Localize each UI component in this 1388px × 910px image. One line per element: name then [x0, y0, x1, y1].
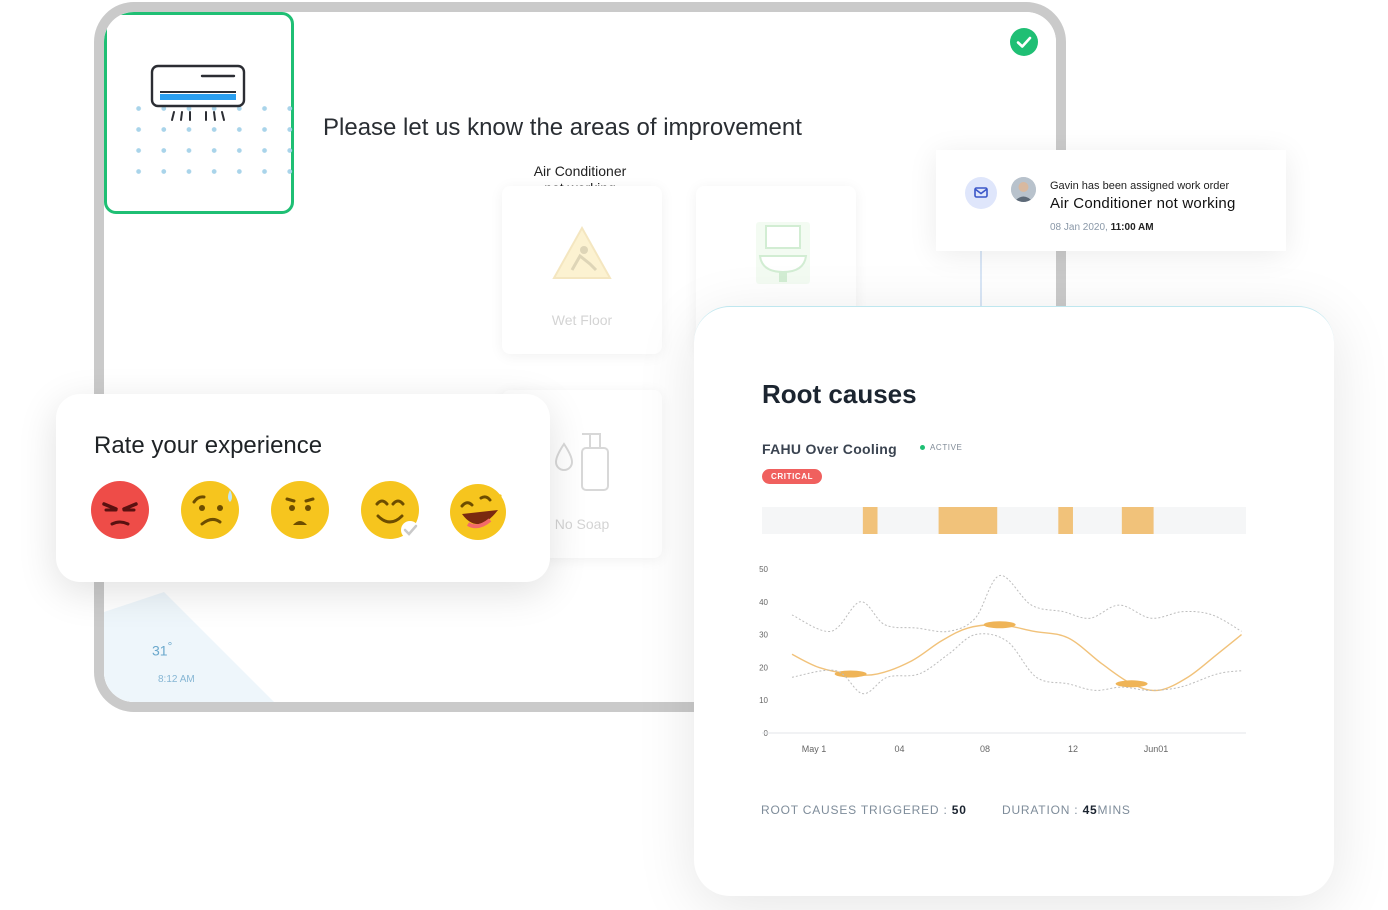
rating-title: Rate your experience: [94, 432, 323, 459]
anomaly-marker: [983, 621, 1016, 629]
weather-time: 8:12 AM: [158, 674, 195, 685]
soap-dispenser-icon: [554, 433, 609, 491]
option-label: Air Conditioner: [533, 163, 627, 179]
root-causes-card: Root causes FAHU Over Cooling ACTIVE CRI…: [694, 306, 1334, 896]
event-block: [1121, 507, 1154, 534]
rating-card: Rate your experience: [56, 394, 550, 582]
y-tick-label: 30: [759, 631, 768, 640]
event-block: [862, 507, 878, 534]
event-block: [938, 507, 998, 534]
x-tick-label: Jun01: [1144, 744, 1169, 754]
angry-face-icon[interactable]: [90, 480, 150, 540]
y-tick-label: 50: [759, 565, 768, 574]
value-line: [791, 623, 1242, 692]
survey-title: Please let us know the areas of improvem…: [323, 114, 802, 141]
notification-subtitle: Gavin has been assigned work order: [1050, 180, 1230, 192]
notification-timestamp: 08 Jan 2020, 11:00 AM: [1050, 222, 1154, 233]
mail-icon: [965, 177, 997, 209]
root-causes-triggered: ROOT CAUSES TRIGGERED : 50: [761, 803, 967, 817]
x-tick-label: May 1: [802, 744, 827, 754]
root-cause-name: FAHU Over Cooling: [762, 441, 897, 457]
y-tick-label: 20: [759, 663, 768, 672]
wet-floor-icon: [552, 225, 612, 279]
notification-title: Air Conditioner not working: [1050, 195, 1236, 212]
event-block: [1058, 507, 1073, 534]
root-causes-title: Root causes: [762, 379, 917, 409]
x-tick-label: 12: [1068, 744, 1078, 754]
option-label: Wet Floor: [551, 312, 613, 328]
y-tick-label: 10: [759, 696, 768, 705]
upper-bound-line: [791, 575, 1242, 633]
work-order-notification[interactable]: Gavin has been assigned work order Air C…: [936, 150, 1286, 251]
x-tick-label: 04: [894, 744, 904, 754]
root-causes-chart: 01020304050 May 1040812Jun01: [759, 507, 1246, 754]
air-conditioner-icon: [150, 64, 246, 121]
frowning-face-icon[interactable]: [270, 480, 330, 540]
duration: DURATION : 45MINS: [1002, 803, 1131, 817]
avatar: [1011, 177, 1036, 202]
sink-icon: [756, 222, 810, 284]
status-badge: ACTIVE: [920, 443, 963, 452]
smiling-face-icon[interactable]: [360, 480, 420, 540]
status-dot-icon: [920, 445, 925, 451]
y-tick-label: 40: [759, 598, 768, 607]
option-wet-floor[interactable]: Wet Floor: [502, 186, 662, 354]
event-strip: [762, 507, 1246, 534]
temperature: 31°: [152, 640, 173, 659]
worried-face-icon[interactable]: [180, 480, 240, 540]
anomaly-marker: [1115, 680, 1148, 688]
weather-background: [104, 592, 274, 702]
laughing-face-icon[interactable]: [448, 480, 508, 540]
x-tick-label: 08: [980, 744, 990, 754]
critical-badge: CRITICAL: [762, 469, 823, 484]
check-icon: [1010, 28, 1038, 56]
